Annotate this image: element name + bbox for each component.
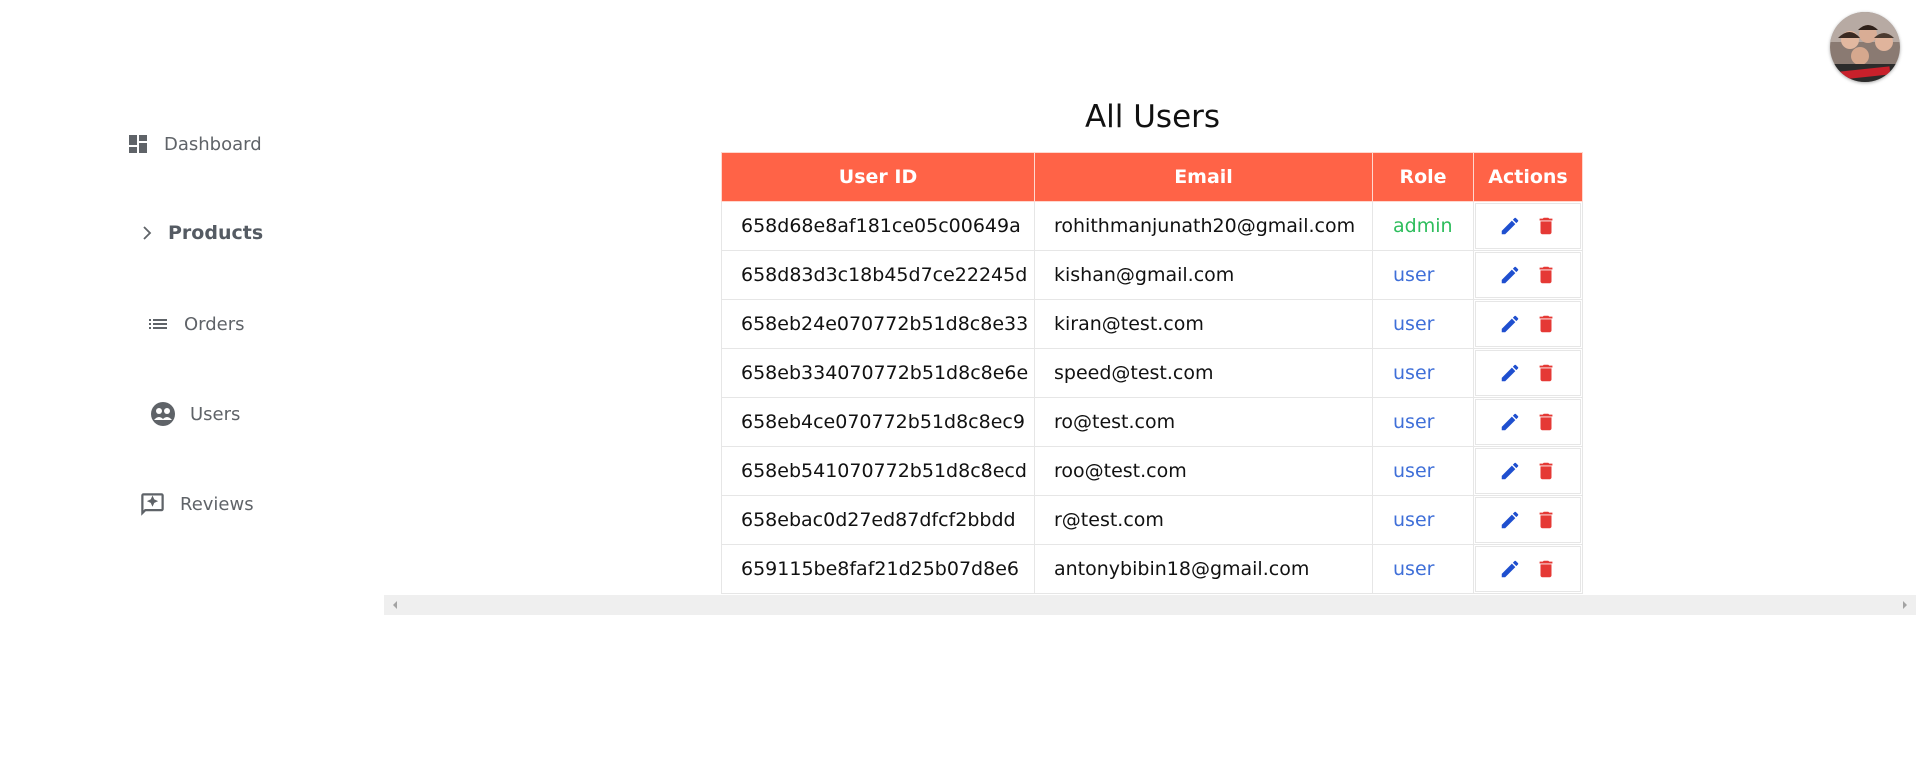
edit-icon[interactable]	[1499, 460, 1521, 482]
user-avatar[interactable]	[1830, 12, 1900, 82]
chevron-right-icon	[140, 225, 154, 241]
actions-group	[1475, 252, 1581, 298]
users-icon	[150, 401, 176, 427]
edit-icon[interactable]	[1499, 411, 1521, 433]
actions-group	[1475, 350, 1581, 396]
table-row: 658eb334070772b51d8c8e6e speed@test.com us…	[721, 348, 1583, 398]
actions-cell	[1473, 201, 1583, 251]
table-row: 659115be8faf21d25b07d8e6 antonybibin18@gm…	[721, 544, 1583, 594]
table-row: 658d68e8af181ce05c00649a rohithmanjunath2…	[721, 201, 1583, 251]
user-id-cell: 658d68e8af181ce05c00649a	[721, 201, 1035, 251]
email-cell: ro@test.com	[1034, 397, 1373, 447]
email-cell: rohithmanjunath20@gmail.com	[1034, 201, 1373, 251]
column-header-role: Role	[1372, 152, 1474, 202]
delete-icon[interactable]	[1535, 509, 1557, 531]
delete-icon[interactable]	[1535, 215, 1557, 237]
sidebar-item-label: Users	[190, 403, 241, 425]
delete-icon[interactable]	[1535, 460, 1557, 482]
user-id-cell: 658ebac0d27ed87dfcf2bbdd	[721, 495, 1035, 545]
delete-icon[interactable]	[1535, 558, 1557, 580]
scroll-left-arrow-icon[interactable]	[386, 595, 404, 615]
sidebar-item-label: Products	[168, 222, 264, 244]
actions-cell	[1473, 495, 1583, 545]
sidebar-item-users[interactable]: Users	[150, 401, 240, 427]
email-cell: roo@test.com	[1034, 446, 1373, 496]
users-table: User ID Email Role Actions 658d68e8af181…	[721, 152, 1583, 594]
scroll-right-arrow-icon[interactable]	[1896, 595, 1914, 615]
edit-icon[interactable]	[1499, 509, 1521, 531]
edit-icon[interactable]	[1499, 215, 1521, 237]
edit-icon[interactable]	[1499, 313, 1521, 335]
table-row: 658eb4ce070772b51d8c8ec9 ro@test.com user	[721, 397, 1583, 447]
user-id-cell: 658d83d3c18b45d7ce22245d	[721, 250, 1035, 300]
user-id-cell: 659115be8faf21d25b07d8e6	[721, 544, 1035, 594]
actions-cell	[1473, 250, 1583, 300]
table-row: 658ebac0d27ed87dfcf2bbdd r@test.com user	[721, 495, 1583, 545]
table-body: 658d68e8af181ce05c00649a rohithmanjunath2…	[721, 201, 1583, 594]
email-cell: kishan@gmail.com	[1034, 250, 1373, 300]
actions-cell	[1473, 397, 1583, 447]
delete-icon[interactable]	[1535, 411, 1557, 433]
actions-group	[1475, 546, 1581, 592]
admin-users-page: Dashboard Products Orders Users Reviews …	[0, 0, 1916, 771]
edit-icon[interactable]	[1499, 264, 1521, 286]
dashboard-icon	[126, 132, 150, 156]
user-id-cell: 658eb541070772b51d8c8ecd	[721, 446, 1035, 496]
sidebar-item-dashboard[interactable]: Dashboard	[126, 132, 262, 156]
role-cell: user	[1372, 397, 1474, 447]
actions-group	[1475, 448, 1581, 494]
actions-cell	[1473, 299, 1583, 349]
horizontal-scrollbar[interactable]	[384, 595, 1916, 615]
edit-icon[interactable]	[1499, 362, 1521, 384]
role-cell: user	[1372, 348, 1474, 398]
sidebar-item-label: Reviews	[180, 494, 254, 515]
review-icon	[139, 491, 166, 518]
sidebar-item-label: Orders	[184, 313, 245, 335]
role-cell: user	[1372, 495, 1474, 545]
actions-group	[1475, 399, 1581, 445]
table-row: 658eb541070772b51d8c8ecd roo@test.com user	[721, 446, 1583, 496]
user-id-cell: 658eb334070772b51d8c8e6e	[721, 348, 1035, 398]
user-id-cell: 658eb4ce070772b51d8c8ec9	[721, 397, 1035, 447]
column-header-user-id: User ID	[721, 152, 1035, 202]
role-cell: user	[1372, 446, 1474, 496]
role-cell: user	[1372, 250, 1474, 300]
delete-icon[interactable]	[1535, 313, 1557, 335]
sidebar-item-orders[interactable]: Orders	[146, 312, 245, 336]
delete-icon[interactable]	[1535, 362, 1557, 384]
table-row: 658eb24e070772b51d8c8e33 kiran@test.com us…	[721, 299, 1583, 349]
email-cell: kiran@test.com	[1034, 299, 1373, 349]
edit-icon[interactable]	[1499, 558, 1521, 580]
sidebar: Dashboard Products Orders Users Reviews	[0, 0, 385, 771]
actions-group	[1475, 301, 1581, 347]
role-cell: admin	[1372, 201, 1474, 251]
role-cell: user	[1372, 544, 1474, 594]
column-header-email: Email	[1034, 152, 1373, 202]
actions-cell	[1473, 446, 1583, 496]
table-header-row: User ID Email Role Actions	[721, 152, 1583, 202]
email-cell: antonybibin18@gmail.com	[1034, 544, 1373, 594]
delete-icon[interactable]	[1535, 264, 1557, 286]
column-header-actions: Actions	[1473, 152, 1583, 202]
sidebar-item-label: Dashboard	[164, 133, 262, 155]
actions-cell	[1473, 348, 1583, 398]
email-cell: r@test.com	[1034, 495, 1373, 545]
actions-group	[1475, 203, 1581, 249]
user-id-cell: 658eb24e070772b51d8c8e33	[721, 299, 1035, 349]
page-title: All Users	[1084, 98, 1221, 135]
list-icon	[146, 312, 170, 336]
sidebar-item-products[interactable]: Products	[140, 222, 263, 244]
actions-group	[1475, 497, 1581, 543]
actions-cell	[1473, 544, 1583, 594]
table-row: 658d83d3c18b45d7ce22245d kishan@gmail.com…	[721, 250, 1583, 300]
sidebar-item-reviews[interactable]: Reviews	[139, 491, 254, 518]
email-cell: speed@test.com	[1034, 348, 1373, 398]
role-cell: user	[1372, 299, 1474, 349]
users-table-container: User ID Email Role Actions 658d68e8af181…	[721, 152, 1583, 594]
